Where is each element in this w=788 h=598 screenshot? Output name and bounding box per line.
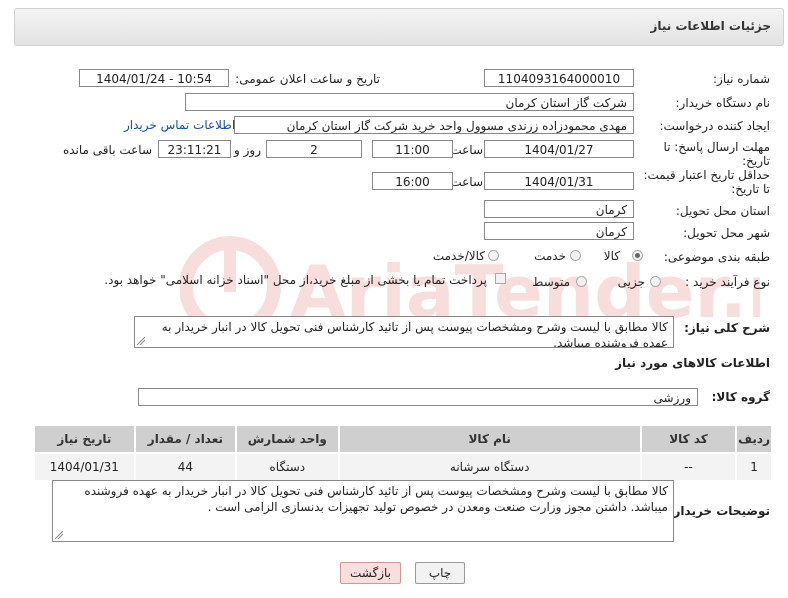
header-bar: جزئیات اطلاعات نیاز: [14, 8, 784, 46]
category-option-service: خدمت: [534, 249, 566, 263]
goods-section-title: اطلاعات کالاهای مورد نیاز: [615, 356, 770, 370]
process-label: نوع فرآیند خرید :: [685, 275, 770, 289]
goods-group-field[interactable]: ورزشی: [138, 388, 698, 406]
category-radio-service[interactable]: [570, 250, 581, 261]
goods-group-label: گروه کالا:: [711, 390, 770, 404]
page-title: جزئیات اطلاعات نیاز: [650, 19, 771, 33]
goods-table: ردیف کد کالا نام کالا واحد شمارش تعداد /…: [33, 424, 773, 482]
cell-qty: 44: [133, 452, 238, 482]
validity-time-label: ساعت: [450, 175, 483, 189]
col-header-unit: واحد شمارش: [235, 424, 340, 454]
description-label: شرح کلی نیاز:: [684, 321, 770, 335]
buyer-contact-link[interactable]: اطلاعات تماس خریدار: [124, 118, 235, 132]
creator-label: ایجاد کننده درخواست:: [659, 119, 770, 133]
resize-grip-icon[interactable]: [137, 337, 145, 345]
cell-unit: دستگاه: [235, 452, 340, 482]
province-label: استان محل تحویل:: [675, 204, 770, 218]
days-remaining-field[interactable]: 2: [266, 140, 362, 158]
process-option-minor: جزیی: [617, 275, 645, 289]
print-button[interactable]: چاپ: [415, 562, 465, 584]
col-header-row: ردیف: [735, 424, 773, 454]
deadline-time-label: ساعت: [450, 143, 483, 157]
buyer-notes-textarea[interactable]: کالا مطابق با لیست وشرح ومشخصات پیوست پس…: [52, 480, 674, 542]
validity-time-field[interactable]: 16:00: [372, 172, 453, 190]
category-radio-goods[interactable]: [632, 250, 643, 261]
deadline-label-date: تاریخ:: [742, 154, 770, 168]
time-remaining-field[interactable]: 23:11:21: [158, 140, 231, 158]
process-option-medium: متوسط: [532, 275, 570, 289]
col-header-date: تاریخ نیاز: [33, 424, 136, 454]
description-text: کالا مطابق با لیست وشرح ومشخصات پیوست پس…: [161, 320, 668, 348]
category-option-goods: کالا: [603, 249, 620, 263]
validity-date-field[interactable]: 1404/01/31: [484, 172, 634, 190]
deadline-label: مهلت ارسال پاسخ: تا: [663, 140, 770, 154]
category-option-both: کالا/خدمت: [432, 249, 485, 263]
col-header-qty: تعداد / مقدار: [133, 424, 238, 454]
cell-date: 1404/01/31: [33, 452, 136, 482]
buyer-org-label: نام دستگاه خریدار:: [675, 96, 771, 110]
time-remaining-label: ساعت باقی مانده: [62, 143, 152, 157]
city-field[interactable]: کرمان: [484, 222, 634, 240]
validity-label: حداقل تاریخ اعتبار قیمت:: [643, 168, 770, 182]
need-number-label: شماره نیاز:: [713, 72, 770, 86]
cell-code: --: [639, 452, 738, 482]
cell-name: دستگاه سرشانه: [337, 452, 642, 482]
resize-grip-icon[interactable]: [55, 531, 63, 539]
announce-label: تاریخ و ساعت اعلان عمومی:: [235, 72, 380, 86]
creator-field[interactable]: مهدی محمودزاده زرندی مسوول واحد خرید شرک…: [234, 116, 634, 134]
goods-table-header: ردیف کد کالا نام کالا واحد شمارش تعداد /…: [33, 424, 773, 454]
table-row: 1 -- دستگاه سرشانه دستگاه 44 1404/01/31: [33, 452, 773, 482]
deadline-time-field[interactable]: 11:00: [372, 140, 453, 158]
process-radio-medium[interactable]: [576, 276, 587, 287]
payment-treasury-checkbox[interactable]: [495, 273, 506, 284]
announce-field[interactable]: 1404/01/24 - 10:54: [79, 69, 229, 87]
deadline-date-field[interactable]: 1404/01/27: [484, 140, 634, 158]
description-textarea[interactable]: کالا مطابق با لیست وشرح ومشخصات پیوست پس…: [134, 316, 674, 348]
days-label: روز و: [234, 143, 261, 157]
city-label: شهر محل تحویل:: [683, 226, 770, 240]
buyer-notes-text: کالا مطابق با لیست وشرح ومشخصات پیوست پس…: [84, 484, 668, 514]
category-radio-both[interactable]: [488, 250, 499, 261]
payment-note: پرداخت تمام یا بخشی از مبلغ خرید،از محل …: [104, 273, 487, 287]
process-radio-minor[interactable]: [650, 276, 661, 287]
col-header-code: کد کالا: [639, 424, 738, 454]
back-button[interactable]: بازگشت: [340, 562, 401, 584]
col-header-name: نام کالا: [337, 424, 642, 454]
need-number-field[interactable]: 1104093164000010: [484, 69, 634, 87]
category-label: طبقه بندی موضوعی:: [663, 250, 770, 264]
validity-label-date: تا تاریخ:: [731, 182, 770, 196]
province-field[interactable]: کرمان: [484, 200, 634, 218]
buyer-org-field[interactable]: شرکت گاز استان کرمان: [185, 93, 634, 111]
buyer-notes-label: توضیحات خریدار:: [668, 504, 770, 518]
cell-row: 1: [735, 452, 773, 482]
